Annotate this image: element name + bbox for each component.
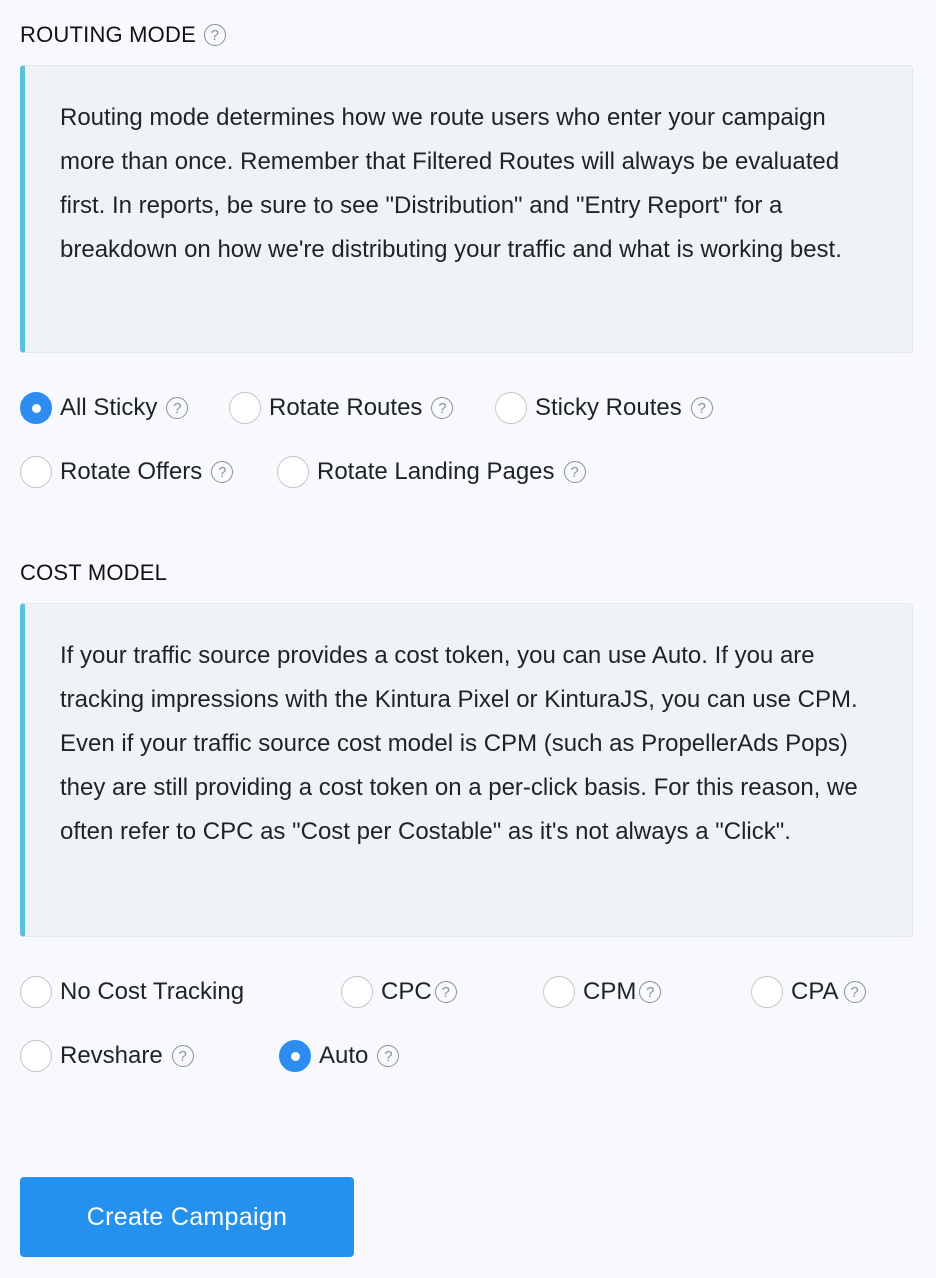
radio-rotate-landing-pages-circle[interactable] [277,456,309,488]
radio-rotate-offers[interactable]: Rotate Offers ? [20,456,234,488]
radio-all-sticky[interactable]: All Sticky ? [20,392,189,424]
radio-cpm[interactable]: CPM ? [543,976,662,1008]
auto-help-icon[interactable]: ? [377,1045,400,1067]
radio-auto-label: Auto [319,1042,369,1069]
radio-cpc[interactable]: CPC ? [341,976,457,1008]
sticky-routes-help-icon[interactable]: ? [690,397,713,419]
all-sticky-help-icon[interactable]: ? [166,397,189,419]
radio-rotate-landing-pages-label: Rotate Landing Pages [317,458,555,485]
rotate-landing-pages-help-icon[interactable]: ? [563,461,586,483]
routing-mode-title-text: ROUTING MODE [20,22,196,47]
radio-rotate-routes-label: Rotate Routes [269,394,423,421]
radio-sticky-routes-label: Sticky Routes [535,394,682,421]
cpa-help-icon[interactable]: ? [843,981,866,1003]
radio-rotate-offers-circle[interactable] [20,456,52,488]
radio-revshare-label: Revshare [60,1042,163,1069]
radio-no-cost-tracking-label: No Cost Tracking [60,978,245,1005]
cpm-help-icon[interactable]: ? [639,981,662,1003]
radio-rotate-offers-label: Rotate Offers [60,458,203,485]
radio-cpa-circle[interactable] [751,976,783,1008]
radio-cpc-circle[interactable] [341,976,373,1008]
routing-mode-callout: Routing mode determines how we route use… [20,65,913,353]
radio-revshare-circle[interactable] [20,1040,52,1072]
routing-mode-description: Routing mode determines how we route use… [60,104,842,263]
cost-model-title-text: COST MODEL [20,560,168,585]
routing-mode-help-icon[interactable]: ? [203,24,226,46]
cost-model-callout: If your traffic source provides a cost t… [20,603,913,937]
radio-all-sticky-circle[interactable] [20,392,52,424]
radio-auto[interactable]: Auto ? [279,1040,400,1072]
radio-cpa[interactable]: CPA ? [751,976,866,1008]
cost-model-title: COST MODEL [20,562,167,584]
cpc-help-icon[interactable]: ? [434,981,457,1003]
radio-cpa-label: CPA [791,978,839,1005]
radio-auto-circle[interactable] [279,1040,311,1072]
radio-sticky-routes[interactable]: Sticky Routes ? [495,392,713,424]
radio-rotate-routes-circle[interactable] [229,392,261,424]
rotate-offers-help-icon[interactable]: ? [211,461,234,483]
radio-cpm-circle[interactable] [543,976,575,1008]
radio-cpc-label: CPC [381,978,432,1005]
radio-sticky-routes-circle[interactable] [495,392,527,424]
create-campaign-button[interactable]: Create Campaign [20,1177,354,1257]
rotate-routes-help-icon[interactable]: ? [431,397,454,419]
radio-no-cost-tracking-circle[interactable] [20,976,52,1008]
cost-model-description: If your traffic source provides a cost t… [60,642,858,845]
radio-revshare[interactable]: Revshare ? [20,1040,194,1072]
radio-rotate-routes[interactable]: Rotate Routes ? [229,392,454,424]
radio-all-sticky-label: All Sticky [60,394,158,421]
routing-mode-title: ROUTING MODE ? [20,24,226,46]
radio-cpm-label: CPM [583,978,637,1005]
radio-rotate-landing-pages[interactable]: Rotate Landing Pages ? [277,456,586,488]
radio-no-cost-tracking[interactable]: No Cost Tracking [20,976,244,1008]
revshare-help-icon[interactable]: ? [171,1045,194,1067]
